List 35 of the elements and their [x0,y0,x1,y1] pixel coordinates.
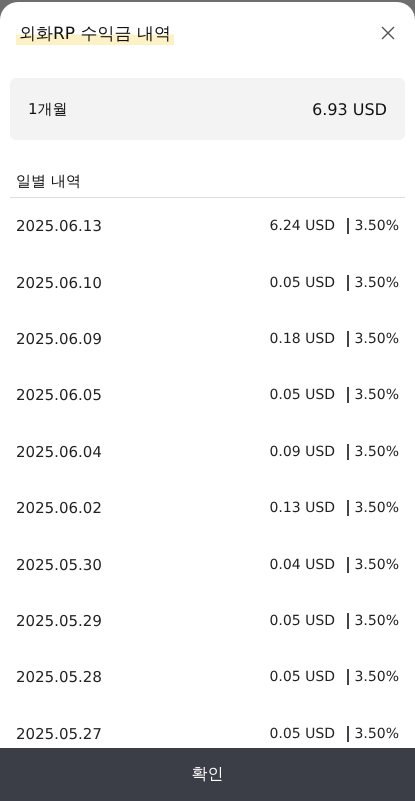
rate-text: 3.50% [354,274,399,291]
rate-text: 3.50% [354,218,399,234]
rate-text: 3.50% [354,387,399,404]
date-text: 2025.06.09 [16,330,103,348]
amount-text: 0.05 USD [269,387,336,404]
date-text: 2025.05.27 [16,724,103,743]
date-text: 2025.06.04 [16,442,103,461]
amount-text: 0.05 USD [269,726,336,742]
confirm-button[interactable]: 확인 [0,748,415,801]
date-text: 2025.05.30 [16,556,103,574]
rate-text: 3.50% [354,556,399,573]
date-text: 2025.06.05 [16,386,103,404]
date-text: 2025.05.28 [16,668,103,686]
date-text: 2025.06.13 [16,217,103,236]
amount-text: 0.13 USD [269,500,336,516]
amount-text: 0.09 USD [269,444,336,460]
amount-text: 6.24 USD [269,218,336,234]
rate-text: 3.50% [354,612,399,629]
amount-text: 0.04 USD [269,556,336,573]
section-title: 일별 내역 [10,172,405,198]
rate-text: 3.50% [354,500,399,516]
date-text: 2025.05.29 [16,612,103,630]
amount-text: 0.05 USD [269,612,336,629]
close-icon [381,26,395,40]
rate-text: 3.50% [354,444,399,460]
total-amount: 6.93 USD [312,100,387,118]
amount-text: 0.18 USD [269,330,336,347]
date-text: 2025.06.02 [16,499,103,518]
rate-text: 3.50% [354,669,399,686]
rate-text: 3.50% [354,330,399,347]
rate-text: 3.50% [354,726,399,742]
amount-text: 0.05 USD [269,274,336,291]
period-label: 1개월 [28,100,68,118]
date-text: 2025.06.10 [16,274,103,292]
amount-text: 0.05 USD [269,669,336,686]
